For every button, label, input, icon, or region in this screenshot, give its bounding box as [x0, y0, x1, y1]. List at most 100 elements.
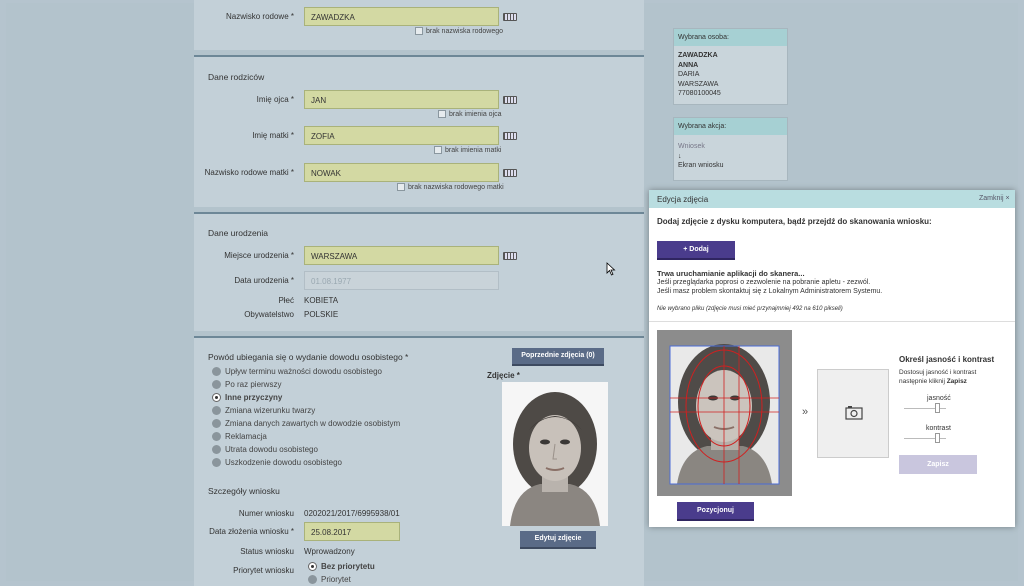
adjust-title: Określ jasność i kontrast [899, 355, 995, 364]
checkbox-icon[interactable] [434, 146, 442, 154]
keyboard-icon[interactable] [503, 132, 517, 140]
mother-label: Imię matki * [252, 131, 294, 140]
birthdate-input: 01.08.1977 [304, 271, 499, 290]
contrast-label: kontrast [926, 425, 951, 432]
position-button[interactable]: Pozycjonuj [677, 502, 754, 521]
reason-radio[interactable]: Utrata dowodu osobistego [212, 445, 318, 455]
submit-date-label: Data złożenia wniosku * [209, 527, 294, 536]
maiden-name-input[interactable]: ZAWADZKA [304, 7, 499, 26]
person-pesel: 77080100045 [678, 90, 721, 97]
reason-title: Powód ubiegania się o wydanie dowodu oso… [208, 352, 409, 362]
birth-title: Dane urodzenia [208, 228, 269, 238]
action-step-1[interactable]: Wniosek [678, 142, 783, 152]
modal-heading: Dodaj zdjęcie z dysku komputera, bądź pr… [657, 217, 932, 226]
radio-selected-icon[interactable] [308, 562, 317, 572]
citizenship-value: POLSKIE [304, 310, 339, 319]
keyboard-icon[interactable] [503, 169, 517, 177]
contrast-slider-handle[interactable] [935, 433, 940, 443]
person-first-name: ANNA [678, 61, 699, 69]
radio-icon[interactable] [212, 419, 221, 429]
add-photo-button[interactable]: + Dodaj [657, 241, 735, 260]
keyboard-icon[interactable] [503, 13, 517, 21]
request-number-value: 0202021/2017/6995938/01 [304, 509, 400, 518]
no-mother-checkbox[interactable]: brak imienia matki [434, 146, 501, 154]
father-label: Imię ojca * [256, 95, 294, 104]
checkbox-icon[interactable] [438, 110, 446, 118]
status-label: Status wniosku [240, 547, 294, 556]
no-father-checkbox[interactable]: brak imienia ojca [438, 110, 502, 118]
keyboard-icon[interactable] [503, 252, 517, 260]
crop-face-image [669, 344, 780, 485]
file-note: Nie wybrano pliku (zdjęcie musi mieć prz… [657, 306, 843, 312]
person-city: WARSZAWA [678, 80, 719, 88]
reason-radio[interactable]: Zmiana danych zawartych w dowodzie osobi… [212, 419, 400, 429]
birthdate-label: Data urodzenia * [234, 276, 294, 285]
next-arrow-icon: » [802, 406, 809, 418]
modal-header: Edycja zdjęcia Zamknij × [649, 190, 1015, 208]
checkbox-icon[interactable] [397, 183, 405, 191]
modal-close-button[interactable]: Zamknij × [979, 195, 1010, 202]
previous-photos-button[interactable]: Poprzednie zdjęcia (0) [512, 348, 604, 366]
request-number-label: Numer wniosku [238, 509, 294, 518]
divider [649, 321, 1015, 322]
keyboard-icon[interactable] [503, 96, 517, 104]
birthplace-label: Miejsce urodzenia * [224, 251, 294, 260]
priority-label: Priorytet wniosku [233, 566, 294, 575]
birthplace-input[interactable]: WARSZAWA [304, 246, 499, 265]
reason-radio[interactable]: Zmiana wizerunku twarzy [212, 406, 315, 416]
reason-radio[interactable]: Reklamacja [212, 432, 267, 442]
camera-icon [845, 406, 863, 420]
maiden-name-label: Nazwisko rodowe * [225, 12, 294, 21]
adjust-line-1: Dostosuj jasność i kontrast [899, 369, 977, 376]
reason-radio[interactable]: Uszkodzenie dowodu osobistego [212, 458, 342, 468]
down-arrow-icon: ↓ [678, 152, 682, 160]
mother-input[interactable]: ZOFIA [304, 126, 499, 145]
priority-radio[interactable]: Priorytet [308, 575, 351, 585]
radio-icon[interactable] [212, 380, 221, 390]
adjust-line-2: następnie kliknij Zapisz [899, 378, 967, 385]
radio-icon[interactable] [212, 367, 221, 377]
photo-label: Zdjęcie * [487, 371, 520, 380]
radio-icon[interactable] [308, 575, 317, 585]
radio-icon[interactable] [212, 458, 221, 468]
action-step-2[interactable]: Ekran wniosku [678, 161, 783, 171]
scan-title: Trwa uruchamianie aplikacji do skanera..… [657, 269, 805, 278]
radio-selected-icon[interactable] [212, 393, 221, 403]
status-value: Wprowadzony [304, 547, 355, 556]
checkbox-icon[interactable] [415, 27, 423, 35]
priority-radio-selected[interactable]: Bez priorytetu [308, 562, 375, 572]
selected-person-title: Wybrana osoba: [674, 29, 787, 46]
reason-radio[interactable]: Po raz pierwszy [212, 380, 281, 390]
details-title: Szczegóły wniosku [208, 486, 280, 496]
photo-preview[interactable] [502, 382, 608, 526]
scan-line-1: Jeśli przeglądarka poprosi o zezwolenie … [657, 279, 871, 286]
radio-icon[interactable] [212, 406, 221, 416]
selected-action-title: Wybrana akcja: [674, 118, 787, 135]
brightness-slider-handle[interactable] [935, 403, 940, 413]
modal-title: Edycja zdjęcia [657, 195, 709, 204]
reason-radio[interactable]: Upływ terminu ważności dowodu osobistego [212, 367, 382, 377]
person-surname: ZAWADZKA [678, 52, 718, 59]
edit-photo-button[interactable]: Edytuj zdjęcie [520, 531, 596, 549]
selected-action-panel: Wybrana akcja: Wniosek ↓ Ekran wniosku [673, 117, 788, 181]
close-icon[interactable]: × [1005, 195, 1009, 202]
crop-area[interactable] [657, 330, 792, 496]
parents-title: Dane rodziców [208, 72, 265, 82]
mother-maiden-input[interactable]: NOWAK [304, 163, 499, 182]
no-mother-maiden-checkbox[interactable]: brak nazwiska rodowego matki [397, 183, 504, 191]
no-maiden-name-checkbox[interactable]: brak nazwiska rodowego [415, 27, 503, 35]
brightness-label: jasność [927, 395, 951, 402]
citizenship-label: Obywatelstwo [244, 310, 294, 319]
mother-maiden-label: Nazwisko rodowe matki * [204, 168, 294, 177]
reason-radio-selected[interactable]: Inne przyczyny [212, 393, 282, 403]
radio-icon[interactable] [212, 432, 221, 442]
radio-icon[interactable] [212, 445, 221, 455]
portrait-image [510, 392, 600, 526]
submit-date-input[interactable]: 25.08.2017 [304, 522, 400, 541]
photo-edit-modal: Edycja zdjęcia Zamknij × Dodaj zdjęcie z… [649, 190, 1015, 527]
sex-label: Płeć [278, 296, 294, 305]
save-button[interactable]: Zapisz [899, 455, 977, 474]
father-input[interactable]: JAN [304, 90, 499, 109]
sex-value: KOBIETA [304, 296, 339, 305]
person-second-name: DARIA [678, 71, 700, 78]
